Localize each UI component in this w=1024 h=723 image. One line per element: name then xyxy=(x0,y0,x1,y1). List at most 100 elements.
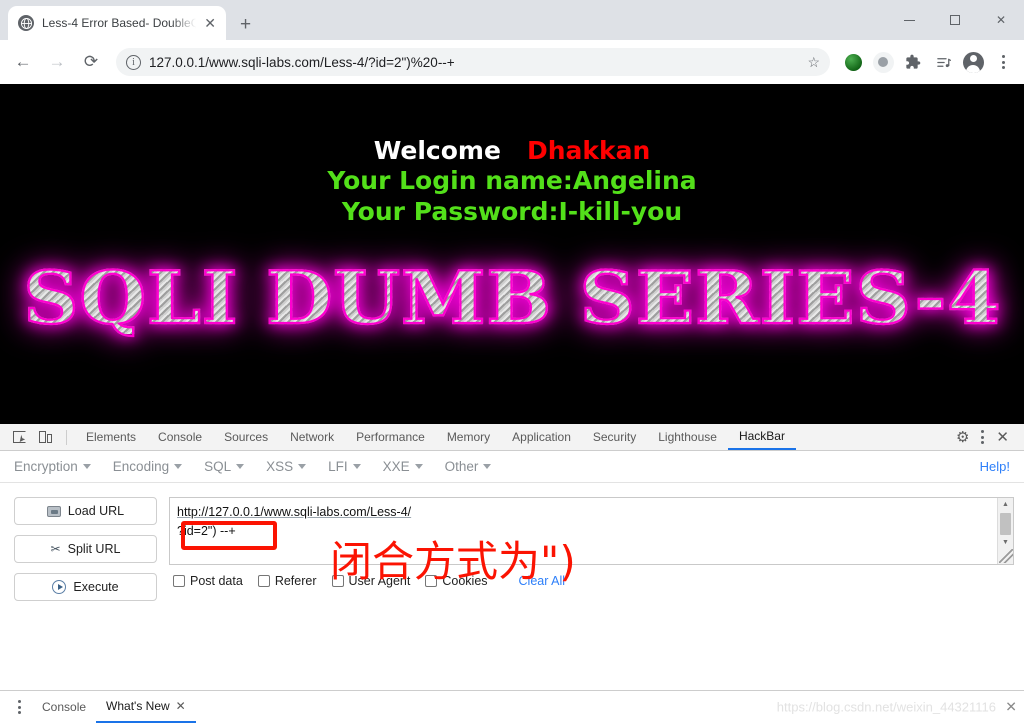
hackbar-menu-xss[interactable]: XSS xyxy=(266,459,318,474)
chevron-down-icon xyxy=(352,464,361,469)
csdn-watermark: https://blog.csdn.net/weixin_44321116 xyxy=(776,699,996,715)
browser-chrome: Less-4 Error Based- DoubleQu ✕ + ✕ ← → ⟳… xyxy=(0,0,1024,84)
devtools-tab-sources[interactable]: Sources xyxy=(213,424,279,450)
address-bar[interactable]: i 127.0.0.1/www.sqli-labs.com/Less-4/?id… xyxy=(116,48,830,76)
hackbar-menu-encryption[interactable]: Encryption xyxy=(14,459,103,474)
drawer-close-icon[interactable]: ✕ xyxy=(1005,699,1017,716)
maximize-button[interactable] xyxy=(932,6,978,34)
scroll-up-icon[interactable]: ▲ xyxy=(1002,498,1009,512)
drawer-tab-close-icon[interactable]: ✕ xyxy=(176,699,186,713)
checkbox-box[interactable] xyxy=(173,575,185,587)
referer-checkbox[interactable]: Referer xyxy=(257,574,317,588)
hackbar-menubar: Encryption Encoding SQL XSS LFI XXE Othe… xyxy=(0,451,1024,483)
load-url-button[interactable]: Load URL xyxy=(14,497,157,525)
profile-avatar[interactable] xyxy=(960,49,986,75)
hackbar-menu-xxe[interactable]: XXE xyxy=(383,459,435,474)
textarea-scrollbar[interactable]: ▲ ▼ xyxy=(997,498,1013,564)
password-line: Your Password:I-kill-you xyxy=(341,197,683,227)
hackbar-menu-encoding[interactable]: Encoding xyxy=(113,459,194,474)
back-icon[interactable]: ← xyxy=(8,47,38,77)
scrollbar-thumb[interactable] xyxy=(1000,512,1011,535)
execute-label: Execute xyxy=(73,580,119,594)
chevron-down-icon xyxy=(483,464,492,469)
load-url-icon xyxy=(46,505,61,517)
devtools-tab-security[interactable]: Security xyxy=(582,424,647,450)
hackbar-menu-other-label: Other xyxy=(444,459,479,474)
circle-extension-icon[interactable] xyxy=(870,49,896,75)
chevron-down-icon xyxy=(298,464,307,469)
site-info-icon[interactable]: i xyxy=(126,54,141,70)
browser-tab[interactable]: Less-4 Error Based- DoubleQu ✕ xyxy=(8,6,226,40)
browser-window: Less-4 Error Based- DoubleQu ✕ + ✕ ← → ⟳… xyxy=(0,0,1024,723)
toolbar-divider xyxy=(66,429,67,445)
welcome-block: Welcome Dhakkan Your Login name:Angelina … xyxy=(0,84,1024,228)
green-extension-icon[interactable] xyxy=(840,49,866,75)
split-url-button[interactable]: ✂ Split URL xyxy=(14,535,157,563)
request-query-line: ?id=2") --+ xyxy=(177,524,236,538)
split-url-label: Split URL xyxy=(67,542,121,556)
checkbox-box[interactable] xyxy=(425,575,438,587)
new-tab-button[interactable]: + xyxy=(240,15,251,34)
devtools-toolbar-right: ⚙ ✕ xyxy=(951,428,1018,446)
devtools-tab-elements[interactable]: Elements xyxy=(75,424,147,450)
drawer-more-icon[interactable] xyxy=(6,695,32,719)
minimize-button[interactable] xyxy=(886,6,932,34)
forward-icon[interactable]: → xyxy=(42,47,72,77)
hackbar-help-link[interactable]: Help! xyxy=(980,459,1010,474)
chevron-down-icon xyxy=(414,464,423,469)
devtools-tab-lighthouse[interactable]: Lighthouse xyxy=(647,424,728,450)
hackbar-menu-sql-label: SQL xyxy=(204,459,232,474)
devtools-tab-performance[interactable]: Performance xyxy=(345,424,436,450)
request-textarea-text: http://127.0.0.1/www.sqli-labs.com/Less-… xyxy=(170,498,997,564)
hackbar-menu-other[interactable]: Other xyxy=(445,459,504,474)
scissors-icon: ✂ xyxy=(50,542,61,556)
resize-grip-icon[interactable] xyxy=(998,549,1013,564)
bookmark-star-icon[interactable]: ☆ xyxy=(807,54,820,71)
post-data-checkbox[interactable]: Post data xyxy=(173,574,243,588)
window-close-button[interactable]: ✕ xyxy=(978,6,1024,34)
devtools-tab-network[interactable]: Network xyxy=(279,424,345,450)
user-agent-checkbox[interactable]: User Agent xyxy=(331,574,411,588)
execute-button[interactable]: Execute xyxy=(14,573,157,601)
devtools-panel: Elements Console Sources Network Perform… xyxy=(0,424,1024,690)
checkbox-box[interactable] xyxy=(331,575,344,587)
tab-strip: Less-4 Error Based- DoubleQu ✕ + ✕ xyxy=(0,6,1024,40)
drawer-tab-whats-new-label: What's New xyxy=(106,699,170,713)
devtools-tab-memory[interactable]: Memory xyxy=(436,424,501,450)
checkbox-box[interactable] xyxy=(257,575,270,587)
request-textarea[interactable]: http://127.0.0.1/www.sqli-labs.com/Less-… xyxy=(169,497,1014,565)
welcome-label: Welcome xyxy=(373,136,501,165)
devtools-more-icon[interactable] xyxy=(976,430,989,444)
drawer-tab-console[interactable]: Console xyxy=(32,691,96,723)
reload-icon[interactable]: ⟳ xyxy=(76,47,106,77)
devtools-close-icon[interactable]: ✕ xyxy=(991,428,1014,446)
user-agent-label: User Agent xyxy=(348,574,411,588)
puzzle-extension-icon[interactable] xyxy=(900,49,926,75)
device-toolbar-icon[interactable] xyxy=(32,425,58,449)
hackbar-menu-lfi[interactable]: LFI xyxy=(328,459,373,474)
gear-icon[interactable]: ⚙ xyxy=(951,428,974,446)
drawer-tab-whats-new[interactable]: What's New ✕ xyxy=(96,691,196,723)
request-url-line: http://127.0.0.1/www.sqli-labs.com/Less-… xyxy=(177,505,412,519)
clear-all-link[interactable]: Clear All xyxy=(519,574,566,588)
scroll-down-icon[interactable]: ▼ xyxy=(1002,536,1009,550)
browser-menu-icon[interactable] xyxy=(990,49,1016,75)
window-controls: ✕ xyxy=(886,6,1024,40)
browser-toolbar: ← → ⟳ i 127.0.0.1/www.sqli-labs.com/Less… xyxy=(0,40,1024,84)
welcome-line: Welcome Dhakkan xyxy=(0,136,1024,165)
devtools-tab-hackbar[interactable]: HackBar xyxy=(727,424,796,450)
media-list-icon[interactable] xyxy=(930,49,956,75)
hackbar-request-area: http://127.0.0.1/www.sqli-labs.com/Less-… xyxy=(169,497,1014,601)
hackbar-menu-sql[interactable]: SQL xyxy=(204,459,256,474)
devtools-drawer: Console What's New ✕ https://blog.csdn.n… xyxy=(0,690,1024,723)
devtools-tab-console[interactable]: Console xyxy=(147,424,213,450)
chevron-down-icon xyxy=(174,464,183,469)
url-text: 127.0.0.1/www.sqli-labs.com/Less-4/?id=2… xyxy=(149,54,455,70)
inspect-element-icon[interactable] xyxy=(6,425,32,449)
cookies-checkbox[interactable]: Cookies xyxy=(425,574,488,588)
devtools-tab-application[interactable]: Application xyxy=(501,424,582,450)
post-data-label: Post data xyxy=(190,574,243,588)
hackbar-action-buttons: Load URL ✂ Split URL Execute xyxy=(14,497,157,601)
tab-close-icon[interactable]: ✕ xyxy=(204,16,216,30)
devtools-tabbar: Elements Console Sources Network Perform… xyxy=(0,424,1024,451)
